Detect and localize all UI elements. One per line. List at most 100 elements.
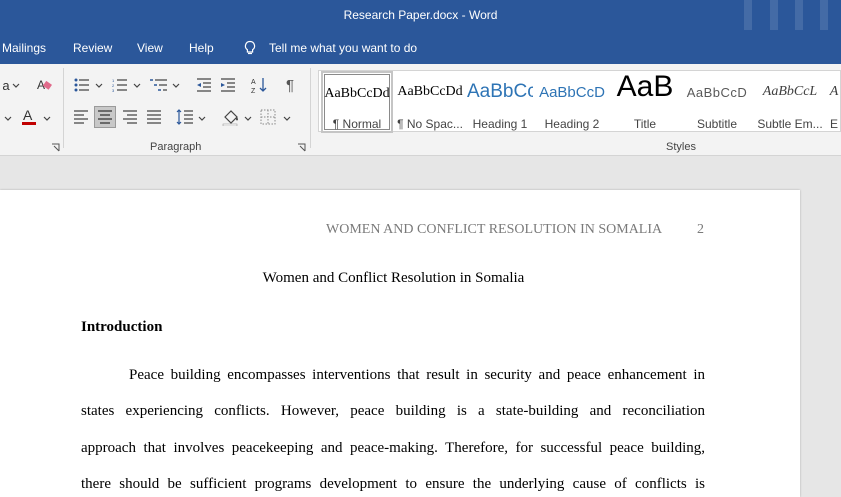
line-spacing-button[interactable] [174, 106, 196, 128]
borders-icon [260, 109, 276, 125]
increase-indent-icon [221, 78, 235, 92]
style-heading-1[interactable]: AaBbCc Heading 1 [467, 71, 533, 133]
decrease-indent-icon [197, 78, 211, 92]
multilevel-list-button[interactable] [148, 74, 170, 96]
window-title: Research Paper.docx - Word [343, 8, 498, 22]
tab-review[interactable]: Review [73, 41, 112, 55]
style-sample: AaBbCc [467, 81, 533, 102]
style-subtitle[interactable]: AaBbCcD Subtitle [683, 71, 751, 133]
chevron-down-icon[interactable] [244, 116, 252, 122]
pilcrow-icon: ¶ [285, 76, 295, 94]
section-heading: Introduction [81, 319, 163, 335]
chevron-down-icon[interactable] [43, 116, 51, 122]
borders-button[interactable] [258, 106, 278, 128]
style-name: Heading 1 [472, 117, 528, 131]
style-sample: AaBbCcD [686, 85, 748, 100]
style-name: ¶ Normal [332, 117, 382, 131]
clear-formatting-button[interactable]: A [34, 74, 54, 96]
title-bar-decoration [770, 0, 778, 30]
sort-icon: AZ [251, 78, 267, 94]
paragraph-line: approach that involves peacekeeping and … [81, 440, 705, 456]
svg-text:3: 3 [112, 88, 115, 92]
sort-button[interactable]: AZ [249, 74, 271, 96]
increase-indent-button[interactable] [218, 74, 238, 96]
style-subtle-emphasis[interactable]: AaBbCcL Subtle Em... [755, 71, 825, 133]
style-sample: AaBbCcDd [397, 84, 463, 99]
group-separator [310, 68, 311, 148]
chevron-down-icon[interactable] [283, 116, 291, 122]
style-emphasis[interactable]: A E [827, 71, 841, 133]
title-bar-decoration [795, 0, 803, 30]
svg-text:A: A [251, 79, 256, 86]
align-left-icon [74, 110, 88, 124]
shading-button[interactable] [220, 106, 242, 128]
align-right-icon [123, 110, 137, 124]
line-spacing-icon [176, 109, 193, 125]
style-heading-2[interactable]: AaBbCcD Heading 2 [539, 71, 605, 133]
document-title: Women and Conflict Resolution in Somalia [262, 270, 525, 286]
align-center-button[interactable] [95, 106, 115, 128]
numbering-button[interactable]: 123 [110, 74, 130, 96]
style-sample: AaBbCcD [539, 84, 605, 101]
paragraph-line: there should be sufficient programs deve… [81, 476, 705, 492]
numbered-list-icon: 123 [112, 78, 127, 92]
paragraph-line: states experiencing conflicts. However, … [81, 403, 705, 419]
bullets-button[interactable] [72, 74, 92, 96]
font-color-button[interactable]: A [18, 106, 40, 128]
dialog-launcher-icon[interactable] [297, 143, 306, 152]
style-sample: AaBbCcDd [324, 86, 390, 101]
tab-help[interactable]: Help [189, 41, 214, 55]
chevron-down-icon[interactable] [4, 116, 12, 122]
page-number: 2 [697, 222, 704, 237]
align-center-icon [98, 110, 112, 124]
chevron-down-icon[interactable] [172, 83, 180, 89]
style-sample: AaBbCcL [762, 84, 818, 99]
show-formatting-button[interactable]: ¶ [280, 74, 300, 96]
ribbon-tabs: Mailings Review View Help Tell me what y… [0, 32, 841, 64]
chevron-down-icon[interactable] [12, 83, 20, 89]
paragraph-group-label: Paragraph [150, 141, 202, 153]
paragraph-line: Peace building encompasses interventions… [129, 367, 705, 383]
paint-bucket-icon [222, 110, 238, 126]
style-sample: A [829, 84, 839, 99]
tab-view[interactable]: View [137, 41, 163, 55]
multilevel-list-icon [150, 79, 167, 91]
styles-group-label: Styles [666, 141, 696, 153]
style-normal[interactable]: AaBbCcDd ¶ Normal [321, 71, 393, 133]
align-left-button[interactable] [71, 106, 91, 128]
justify-button[interactable] [144, 106, 164, 128]
style-name: Subtle Em... [757, 117, 823, 131]
justify-icon [147, 110, 161, 124]
style-name: Heading 2 [544, 117, 600, 131]
running-header: WOMEN AND CONFLICT RESOLUTION IN SOMALIA [326, 222, 663, 237]
title-bar-decoration [744, 0, 752, 30]
chevron-down-icon[interactable] [198, 116, 206, 122]
title-bar-decoration [820, 0, 828, 30]
chevron-down-icon[interactable] [133, 83, 141, 89]
eraser-icon: A [37, 78, 52, 92]
font-size-fragment[interactable]: a [0, 74, 12, 96]
svg-text:A: A [23, 107, 33, 123]
tell-me-search[interactable]: Tell me what you want to do [269, 41, 417, 55]
style-name: ¶ No Spac... [397, 117, 463, 131]
style-sample: AaB [616, 70, 674, 103]
style-no-spacing[interactable]: AaBbCcDd ¶ No Spac... [395, 71, 465, 133]
group-separator [63, 68, 64, 148]
styles-gallery: AaBbCcDd ¶ Normal AaBbCcDd ¶ No Spac... … [318, 70, 841, 133]
lightbulb-icon[interactable] [243, 40, 257, 56]
chevron-down-icon[interactable] [95, 83, 103, 89]
bullet-list-icon [74, 78, 89, 92]
font-color-icon: A [22, 107, 36, 125]
ribbon: a A A 123 AZ ¶ Paragraph AaBbCcDd ¶ Norm… [0, 64, 841, 156]
tab-mailings[interactable]: Mailings [2, 41, 46, 55]
style-name: Title [633, 117, 657, 131]
title-bar: Research Paper.docx - Word [0, 0, 841, 32]
style-name: Subtitle [696, 117, 738, 131]
style-name: E [829, 117, 838, 131]
style-title[interactable]: AaB Title [611, 70, 679, 133]
dialog-launcher-icon[interactable] [51, 143, 60, 152]
decrease-indent-button[interactable] [194, 74, 214, 96]
align-right-button[interactable] [120, 106, 140, 128]
svg-text:Z: Z [251, 88, 256, 94]
document-page[interactable]: WOMEN AND CONFLICT RESOLUTION IN SOMALIA… [0, 190, 800, 497]
